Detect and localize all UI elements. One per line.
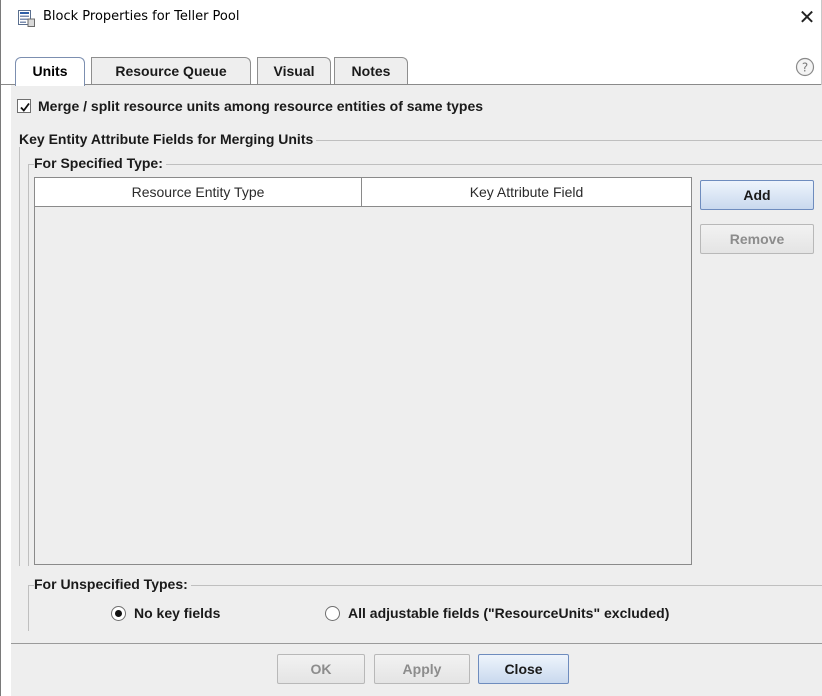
apply-button[interactable]: Apply	[374, 654, 470, 684]
tab-divider	[1, 84, 821, 85]
title-bar: Block Properties for Teller Pool ✕	[1, 0, 821, 36]
column-header-resource-entity-type[interactable]: Resource Entity Type	[35, 178, 362, 207]
key-fields-group-title: Key Entity Attribute Fields for Merging …	[19, 131, 317, 147]
specified-type-title: For Specified Type:	[34, 155, 166, 171]
merge-label: Merge / split resource units among resou…	[38, 98, 484, 114]
radio-button-no-key-fields[interactable]	[111, 605, 126, 621]
radio-label-all-adjustable-fields: All adjustable fields ("ResourceUnits" e…	[348, 605, 670, 621]
help-icon[interactable]: ?	[795, 57, 815, 77]
column-header-key-attribute-field[interactable]: Key Attribute Field	[362, 178, 691, 207]
radio-all-adjustable-fields[interactable]: All adjustable fields ("ResourceUnits" e…	[325, 603, 669, 623]
dialog-window: Block Properties for Teller Pool ✕ Units…	[0, 0, 822, 696]
tab-visual[interactable]: Visual	[257, 57, 331, 85]
ok-button[interactable]: OK	[277, 654, 365, 684]
radio-no-key-fields[interactable]: No key fields	[111, 603, 220, 623]
close-button[interactable]: Close	[478, 654, 569, 684]
tab-notes[interactable]: Notes	[334, 57, 408, 85]
radio-label-no-key-fields: No key fields	[134, 605, 221, 621]
merge-checkbox[interactable]	[17, 99, 31, 113]
add-button[interactable]: Add	[700, 180, 814, 210]
window-title: Block Properties for Teller Pool	[43, 9, 240, 24]
table-header: Resource Entity Type Key Attribute Field	[35, 178, 691, 207]
svg-text:?: ?	[802, 61, 808, 75]
remove-button[interactable]: Remove	[700, 224, 814, 254]
radio-button-all-adjustable-fields[interactable]	[325, 605, 340, 621]
tab-resource-queue[interactable]: Resource Queue	[91, 57, 251, 85]
unspecified-types-title: For Unspecified Types:	[34, 576, 191, 592]
key-fields-table[interactable]: Resource Entity Type Key Attribute Field	[34, 177, 692, 565]
tab-units[interactable]: Units	[15, 57, 85, 86]
block-properties-icon	[18, 10, 35, 27]
merge-option[interactable]: Merge / split resource units among resou…	[17, 96, 483, 116]
close-window-icon[interactable]: ✕	[797, 4, 817, 30]
